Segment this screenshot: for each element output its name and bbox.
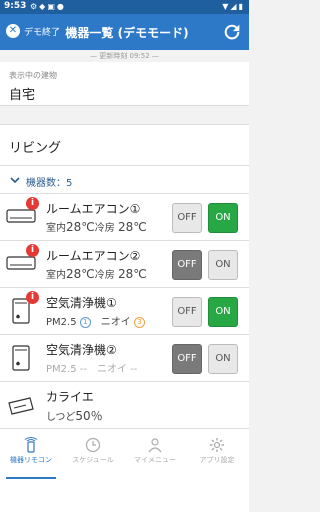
bottom-tab-bar: 機器リモコン スケジュール マイメニュー アプリ設定 (0, 428, 249, 512)
tab-label: 機器リモコン (10, 456, 52, 464)
building-selector[interactable]: 表示中の建物 自宅 (0, 62, 249, 106)
device-row-purifier-2[interactable]: 空気清浄機② PM2.5 -- ニオイ -- OFF ON (0, 335, 249, 382)
alert-badge[interactable]: i (26, 291, 39, 304)
tab-my-menu[interactable]: マイメニュー (124, 437, 186, 477)
alert-badge[interactable]: i (26, 197, 39, 210)
device-status: PM2.5 1 ニオイ 3 (46, 313, 145, 328)
device-status: 室内28℃冷房 28℃ (46, 220, 147, 234)
off-button[interactable]: OFF (172, 203, 202, 233)
room-name: リビング (9, 141, 62, 156)
building-label: 表示中の建物 (9, 71, 57, 80)
chevron-down-icon (10, 177, 20, 184)
remote-icon (24, 437, 38, 453)
device-status: 室内28℃冷房 28℃ (46, 267, 147, 281)
clock-icon (85, 437, 101, 453)
off-button[interactable]: OFF (172, 344, 202, 374)
room-header: リビング (0, 124, 249, 166)
off-button[interactable]: OFF (172, 250, 202, 280)
tab-schedule[interactable]: スケジュール (62, 437, 124, 477)
status-time: 9:53 (4, 1, 27, 11)
close-icon: ✕ (6, 24, 20, 38)
device-row-purifier-1[interactable]: i 空気清浄機① PM2.5 1 ニオイ 3 OFF ON (0, 288, 249, 335)
device-row-aircon-2[interactable]: i ルームエアコン② 室内28℃冷房 28℃ OFF ON (0, 241, 249, 288)
device-count-label: 機器数：5 (26, 178, 73, 189)
building-name: 自宅 (9, 88, 36, 103)
person-icon (148, 438, 162, 453)
device-name: カライエ (46, 390, 94, 404)
on-button[interactable]: ON (208, 203, 238, 233)
device-status: しつど50％ (46, 409, 103, 423)
device-count-toggle[interactable]: 機器数：5 (0, 166, 249, 194)
tab-remote[interactable]: 機器リモコン (0, 437, 62, 479)
device-name: ルームエアコン① (46, 202, 141, 216)
on-button[interactable]: ON (208, 250, 238, 280)
alert-badge[interactable]: i (26, 244, 39, 257)
demo-exit-label: デモ終了 (24, 27, 61, 38)
on-button[interactable]: ON (208, 344, 238, 374)
dehumidifier-icon (8, 397, 34, 415)
demo-exit-button[interactable]: ✕ デモ終了 (6, 24, 60, 38)
refresh-icon[interactable] (221, 21, 243, 43)
device-name: 空気清浄機① (46, 296, 117, 310)
page-title: 機器一覧 (デモモード) (65, 26, 189, 40)
gear-icon (210, 438, 224, 452)
off-button[interactable]: OFF (172, 297, 202, 327)
device-status: PM2.5 -- ニオイ -- (46, 364, 138, 375)
signal-battery-icons: ▼◢▮ (222, 2, 245, 11)
tab-label: スケジュール (72, 456, 114, 464)
status-bar: 9:53 ⚙◆▣● ▼◢▮ (0, 0, 249, 14)
device-row-karaie[interactable]: カライエ しつど50％ (0, 382, 249, 429)
updated-time: — 更新時刻 09:52 — (90, 52, 159, 60)
tab-label: マイメニュー (134, 456, 176, 464)
notification-icons: ⚙◆▣● (30, 2, 66, 11)
app-bar: ✕ デモ終了 機器一覧 (デモモード) (0, 14, 249, 50)
device-row-aircon-1[interactable]: i ルームエアコン① 室内28℃冷房 28℃ OFF ON (0, 194, 249, 241)
on-button[interactable]: ON (208, 297, 238, 327)
device-name: ルームエアコン② (46, 249, 141, 263)
tab-app-settings[interactable]: アプリ設定 (186, 437, 248, 477)
tab-label: アプリ設定 (199, 456, 235, 464)
air-purifier-icon (12, 345, 30, 371)
device-name: 空気清浄機② (46, 343, 117, 357)
